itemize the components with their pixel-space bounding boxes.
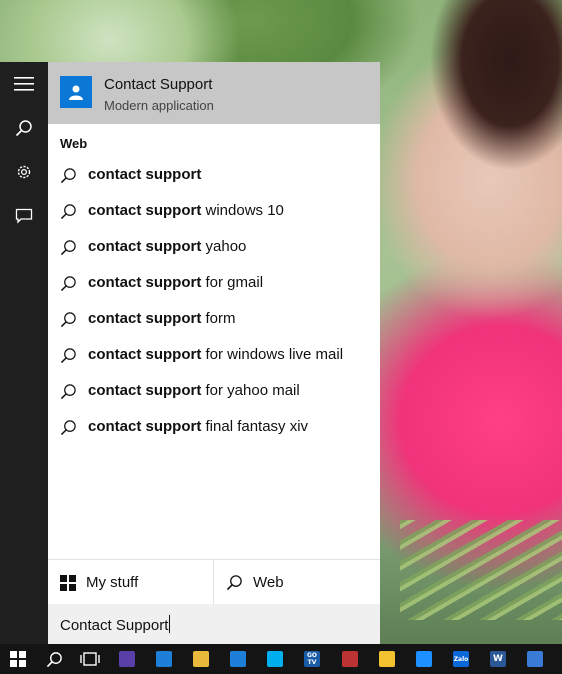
task-view-icon[interactable] [72,644,108,674]
internet-explorer-icon [416,651,432,667]
best-match-subtitle: Modern application [104,98,214,113]
network-app-icon [156,651,172,667]
web-suggestion-item[interactable]: contact support windows 10 [48,194,380,230]
suggestion-completion: for windows live mail [201,346,344,363]
internet-explorer-taskbar-button[interactable] [406,644,442,674]
settings-gear-icon[interactable] [0,150,48,194]
search-icon [60,276,76,292]
search-icon [60,384,76,400]
suggestion-query-match: contact support [88,274,202,291]
web-label: Web [253,574,284,591]
zalo-taskbar-button[interactable]: Zalo [443,644,479,674]
web-suggestion-item[interactable]: contact support [48,158,380,194]
suggestion-query-match: contact support [88,346,202,363]
search-icon [60,204,76,220]
word-taskbar-button[interactable]: W [480,644,516,674]
feedback-icon[interactable] [0,194,48,238]
my-stuff-tab[interactable]: My stuff [48,560,214,605]
taskbar: GO TV Zalo W [0,644,562,674]
web-suggestion-item[interactable]: contact support final fantasy xiv [48,410,380,446]
word-icon: W [490,651,506,667]
web-suggestion-text: contact support final fantasy xiv [88,418,308,435]
security-app-taskbar-button[interactable] [517,644,553,674]
start-rail [0,62,48,644]
web-suggestion-item[interactable]: contact support yahoo [48,230,380,266]
suggestion-completion: for yahoo mail [201,382,300,399]
zalo-icon: Zalo [453,651,469,667]
web-suggestion-item[interactable]: contact support for windows live mail [48,338,380,374]
suggestion-completion: final fantasy xiv [201,418,309,435]
skype-icon [267,651,283,667]
search-icon [60,348,76,364]
search-icon [60,420,76,436]
search-results-panel: Contact Support Modern application Web c… [48,62,380,644]
suggestion-query-match: contact support [88,166,202,183]
taskbar-search-button[interactable] [36,644,72,674]
web-suggestion-text: contact support windows 10 [88,202,284,219]
suggestion-query-match: contact support [88,202,202,219]
store-icon [230,651,246,667]
text-caret [169,615,171,633]
wallpaper-lotus-stems [400,520,562,620]
web-suggestion-text: contact support yahoo [88,238,246,255]
store-taskbar-button[interactable] [220,644,256,674]
file-explorer-taskbar-button[interactable] [183,644,219,674]
gotv-taskbar-button[interactable]: GO TV [294,644,330,674]
web-section-heading: Web [60,136,88,151]
search-icon [60,240,76,256]
suggestion-completion: for gmail [201,274,264,291]
suggestion-query-match: contact support [88,382,202,399]
media-app-icon [342,651,358,667]
paint-app-icon [379,651,395,667]
suggestion-query-match: contact support [88,310,202,327]
search-icon [60,312,76,328]
paint-app-taskbar-button[interactable] [369,644,405,674]
suggestion-completion: form [201,310,236,327]
search-icon[interactable] [0,106,48,150]
web-suggestion-item[interactable]: contact support form [48,302,380,338]
web-suggestion-text: contact support for gmail [88,274,263,291]
web-suggestion-text: contact support [88,166,201,183]
network-app-taskbar-button[interactable] [146,644,182,674]
contact-support-person-icon [60,76,92,108]
skype-taskbar-button[interactable] [257,644,293,674]
suggestion-query-match: contact support [88,238,202,255]
suggestion-query-match: contact support [88,418,202,435]
web-suggestion-text: contact support form [88,310,236,327]
web-suggestion-item[interactable]: contact support for yahoo mail [48,374,380,410]
web-tab[interactable]: Web [214,560,380,605]
windows-logo-icon [60,574,76,591]
settings-app-taskbar-button[interactable] [109,644,145,674]
windows-logo-icon [10,651,26,667]
best-match-result[interactable]: Contact Support Modern application [48,62,380,124]
web-suggestion-text: contact support for windows live mail [88,346,343,363]
settings-app-icon [119,651,135,667]
media-app-taskbar-button[interactable] [332,644,368,674]
my-stuff-label: My stuff [86,574,139,591]
search-icon [226,575,242,591]
hamburger-menu-icon[interactable] [0,62,48,106]
suggestion-completion: yahoo [201,238,247,255]
suggestion-completion: windows 10 [201,202,284,219]
best-match-title: Contact Support [104,76,213,93]
web-suggestion-text: contact support for yahoo mail [88,382,300,399]
start-button[interactable] [0,644,36,674]
file-explorer-icon [193,651,209,667]
search-input[interactable]: Contact Support [48,604,380,644]
search-icon [46,651,62,667]
search-icon [60,168,76,184]
web-suggestion-item[interactable]: contact support for gmail [48,266,380,302]
search-input-value: Contact Support [60,617,169,634]
security-app-icon [527,651,543,667]
search-scope-tabs: My stuff Web [48,559,380,605]
wallpaper-figure [420,0,562,170]
gotv-icon: GO TV [304,651,320,667]
